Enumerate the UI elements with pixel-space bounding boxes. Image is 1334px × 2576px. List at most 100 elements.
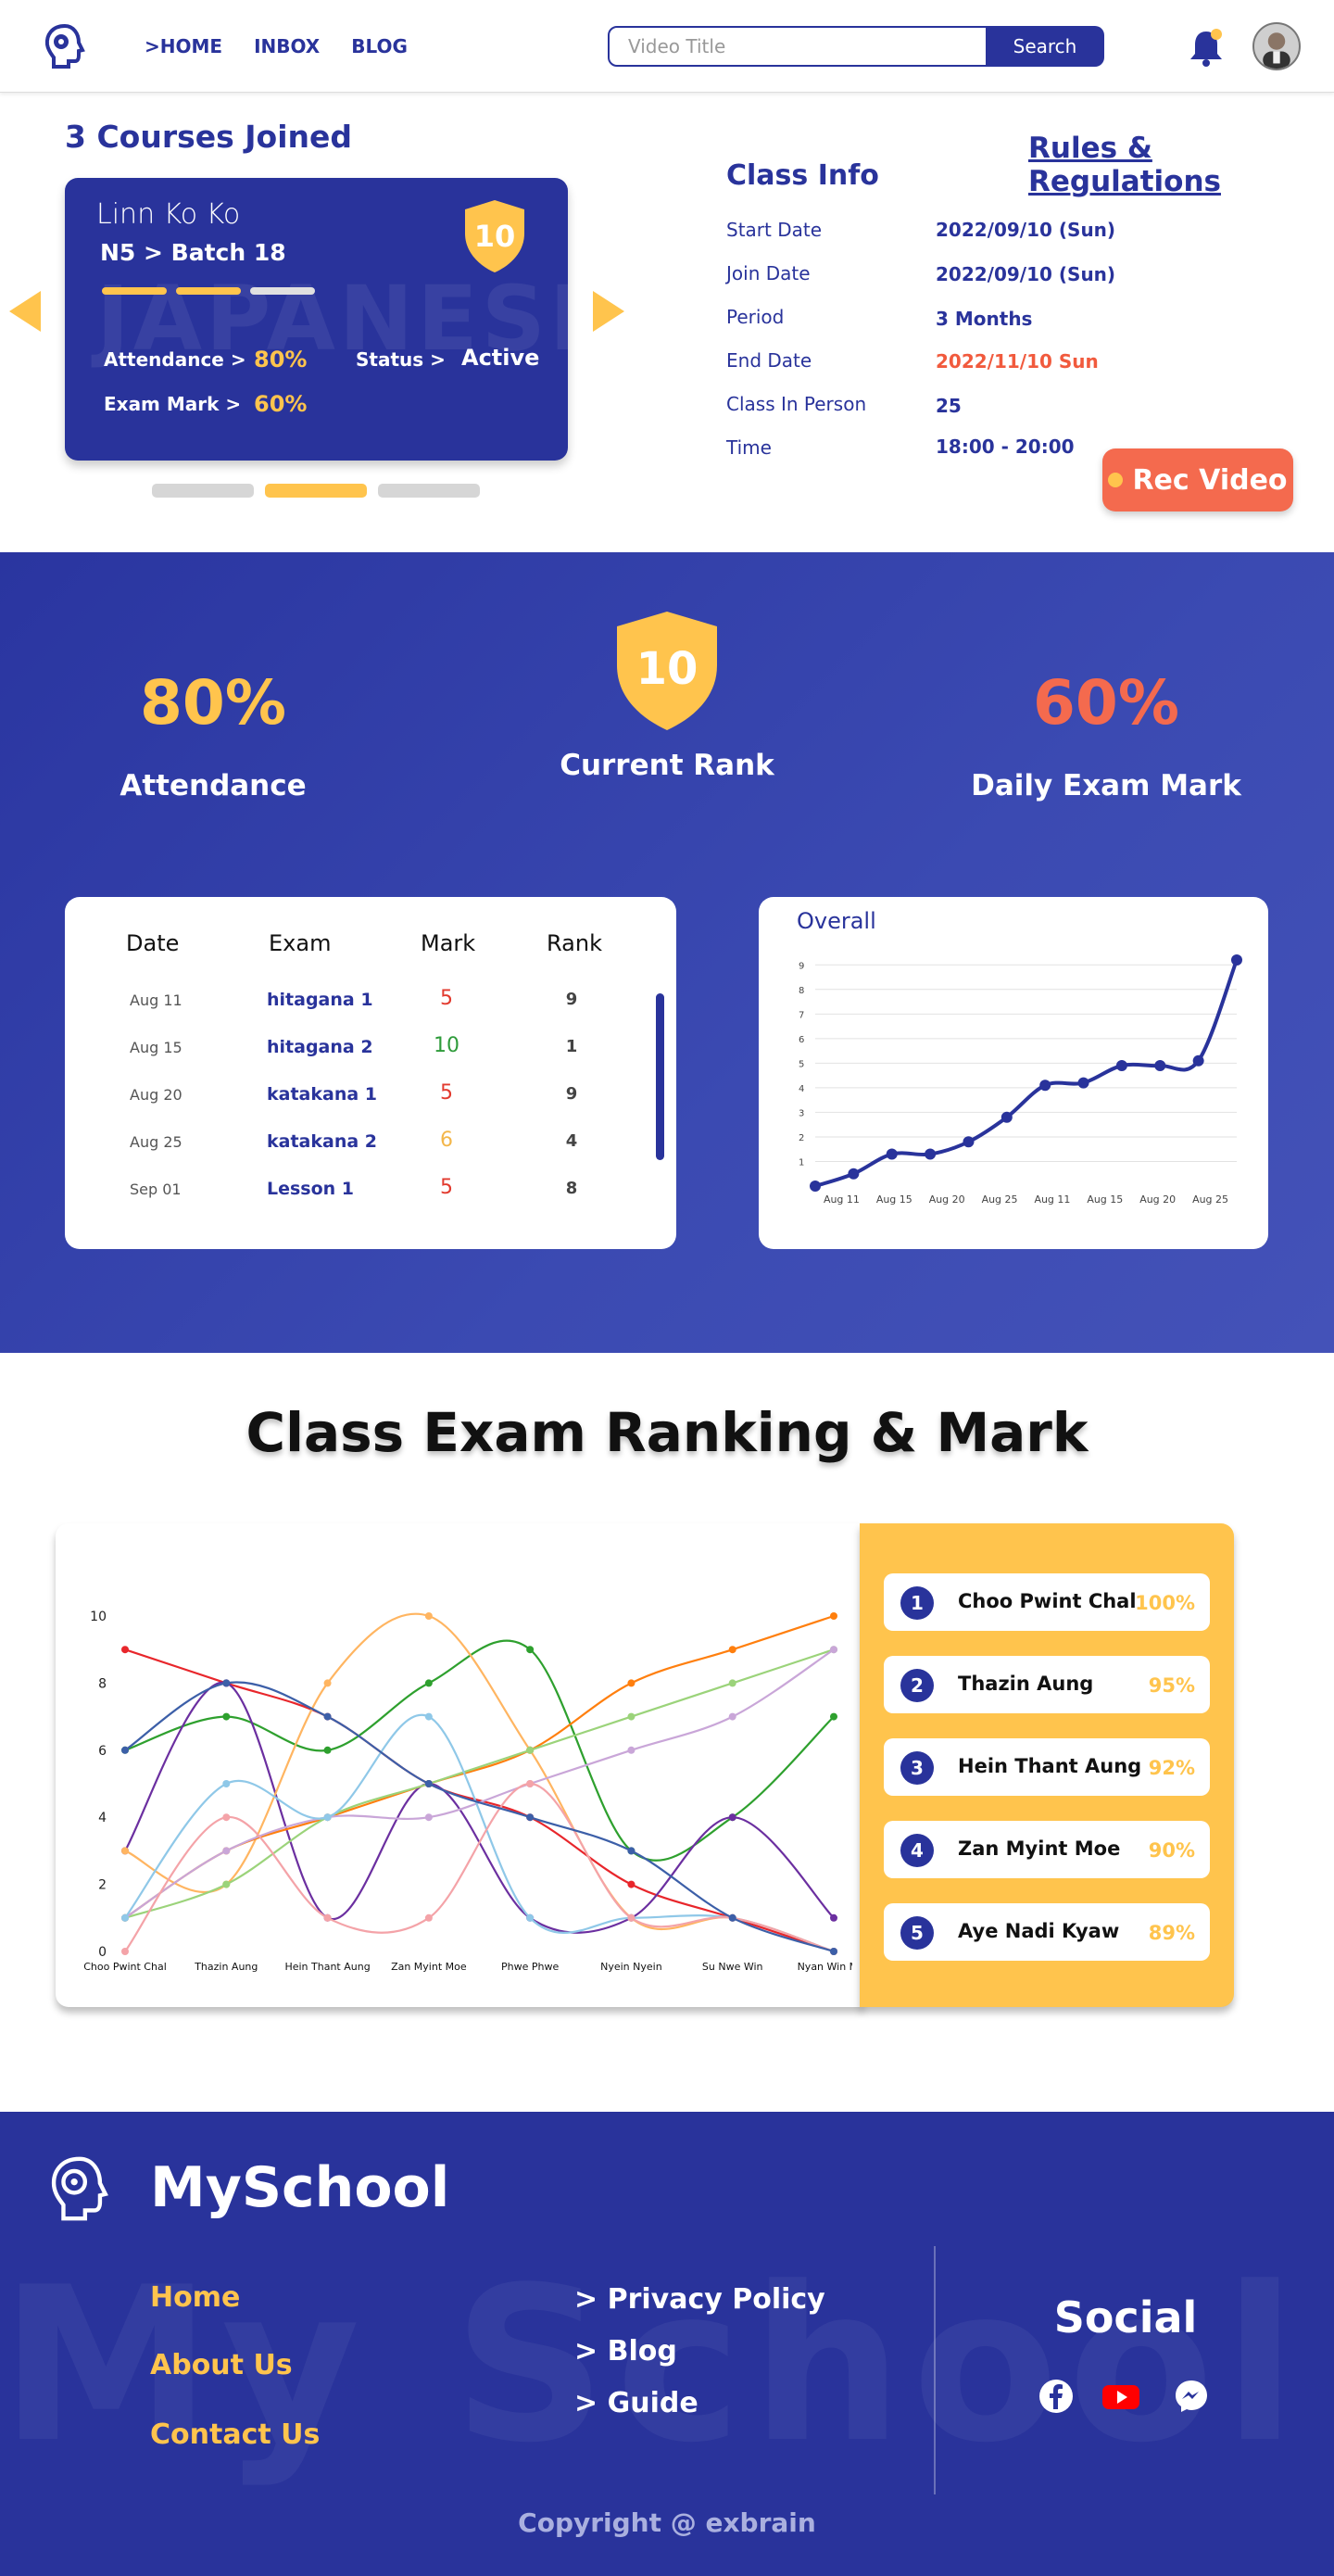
x-tick-label: Hein Thant Aung xyxy=(284,1961,370,1973)
table-header-exam: Exam xyxy=(269,930,332,956)
x-tick-label: Thazin Aung xyxy=(194,1961,258,1973)
info-label: End Date xyxy=(726,349,812,372)
data-point xyxy=(1192,1054,1204,1067)
data-point xyxy=(121,1847,129,1855)
table-cell-exam: katakana 1 xyxy=(267,1084,378,1105)
data-point xyxy=(526,1913,535,1922)
footer-blog-link[interactable]: > Blog xyxy=(574,2335,677,2368)
course-card[interactable]: JAPANESE Linn Ko Ko N5 > Batch 18 10 Att… xyxy=(65,178,568,461)
x-tick-label: Aug 11 xyxy=(824,1193,860,1206)
ranking-number: 1 xyxy=(900,1586,934,1620)
data-point xyxy=(526,1646,535,1654)
card-exam-label: Exam Mark > xyxy=(104,393,242,415)
info-value: 18:00 - 20:00 xyxy=(936,436,1075,458)
data-point xyxy=(830,1612,837,1620)
overall-line xyxy=(814,959,1239,1188)
info-label: Class In Person xyxy=(726,393,867,415)
data-point xyxy=(925,1148,937,1160)
overall-line-chart: 1 2 3 4 5 6 7 8 9 Aug 11 Aug 15 Aug 20 Aug 25 Aug 11 A… xyxy=(799,953,1242,1206)
rank-shield-icon: 10 xyxy=(465,200,524,272)
search-button[interactable]: Search xyxy=(986,26,1104,67)
data-point xyxy=(830,1948,837,1955)
info-label: Period xyxy=(726,306,785,328)
messenger-icon[interactable] xyxy=(1173,2378,1210,2415)
ranking-student-name: Hein Thant Aung xyxy=(958,1755,1142,1777)
series-line xyxy=(124,1648,835,1919)
rules-link[interactable]: Rules & Regulations xyxy=(1028,132,1334,198)
ranking-number: 3 xyxy=(900,1751,934,1785)
nav-home-link[interactable]: >HOME xyxy=(145,35,222,57)
ranking-item[interactable]: 3 Hein Thant Aung 92% xyxy=(884,1738,1210,1796)
data-point xyxy=(323,1913,332,1922)
info-value: 25 xyxy=(936,395,962,417)
table-scrollbar[interactable] xyxy=(656,993,664,1160)
nav-inbox-link[interactable]: INBOX xyxy=(254,35,320,57)
x-tick-label: Nyan Win Myo xyxy=(798,1961,852,1973)
info-label: Join Date xyxy=(726,262,811,284)
ranking-item[interactable]: 5 Aye Nadi Kyaw 89% xyxy=(884,1903,1210,1961)
ranking-section-title: Class Exam Ranking & Mark xyxy=(245,1401,1089,1464)
card-status-value: Active xyxy=(461,345,540,371)
y-tick-label: 1 xyxy=(799,1157,804,1168)
y-tick-label: 6 xyxy=(98,1744,107,1759)
head-logo-icon[interactable] xyxy=(41,22,89,70)
data-point xyxy=(627,1847,636,1855)
y-tick-label: 0 xyxy=(98,1945,107,1960)
overall-chart-title: Overall xyxy=(797,908,876,934)
carousel-next-icon[interactable] xyxy=(593,291,624,332)
youtube-icon[interactable] xyxy=(1101,2378,1141,2415)
x-tick-label: Aug 25 xyxy=(982,1193,1018,1206)
data-point xyxy=(222,1880,231,1888)
data-point xyxy=(627,1880,636,1888)
facebook-icon[interactable] xyxy=(1038,2378,1075,2415)
bell-icon[interactable] xyxy=(1188,26,1225,67)
data-point xyxy=(323,1712,332,1721)
card-batch: N5 > Batch 18 xyxy=(100,239,286,266)
x-tick-label: Zan Myint Moe xyxy=(391,1961,467,1973)
table-header-rank: Rank xyxy=(547,930,602,956)
card-student-name: Linn Ko Ko xyxy=(96,198,241,231)
ranking-student-name: Zan Myint Moe xyxy=(958,1837,1121,1860)
table-cell-mark: 6 xyxy=(440,1129,453,1152)
footer-about-link[interactable]: About Us xyxy=(150,2349,293,2381)
data-point xyxy=(963,1136,975,1148)
ranking-item[interactable]: 2 Thazin Aung 95% xyxy=(884,1656,1210,1713)
current-rank-value: 10 xyxy=(636,643,698,695)
data-point xyxy=(728,1712,736,1721)
ranking-item[interactable]: 1 Choo Pwint Chal 100% xyxy=(884,1573,1210,1631)
footer-contact-link[interactable]: Contact Us xyxy=(150,2418,320,2451)
carousel-dots[interactable] xyxy=(152,484,480,498)
series-line xyxy=(124,1648,835,1919)
table-header-mark: Mark xyxy=(421,930,476,956)
rec-video-button[interactable]: Rec Video xyxy=(1102,448,1293,511)
head-logo-icon[interactable] xyxy=(44,2153,115,2224)
footer-home-link[interactable]: Home xyxy=(150,2281,240,2314)
ranking-item[interactable]: 4 Zan Myint Moe 90% xyxy=(884,1821,1210,1878)
info-value: 2022/09/10 (Sun) xyxy=(936,263,1116,285)
data-point xyxy=(424,1913,433,1922)
data-point xyxy=(323,1679,332,1687)
info-value: 2022/11/10 Sun xyxy=(936,350,1099,373)
footer-privacy-link[interactable]: > Privacy Policy xyxy=(574,2283,825,2316)
data-point xyxy=(121,1746,129,1754)
data-point xyxy=(830,1646,837,1654)
x-tick-label: Phwe Phwe xyxy=(501,1961,559,1973)
data-point xyxy=(1154,1060,1166,1072)
table-cell-date: Sep 01 xyxy=(130,1181,182,1198)
info-label: Time xyxy=(726,436,772,459)
rec-video-label: Rec Video xyxy=(1132,463,1288,497)
search-input[interactable]: Video Title xyxy=(608,26,988,67)
data-point xyxy=(1115,1060,1127,1072)
data-point xyxy=(830,1913,837,1922)
x-tick-label: Nyein Nyein xyxy=(600,1961,662,1973)
info-value: 3 Months xyxy=(936,308,1033,330)
avatar[interactable] xyxy=(1252,22,1301,70)
footer-brand: MySchool xyxy=(150,2155,450,2220)
footer-guide-link[interactable]: > Guide xyxy=(574,2387,698,2419)
y-tick-label: 2 xyxy=(98,1878,107,1893)
ranking-student-name: Choo Pwint Chal xyxy=(958,1590,1137,1612)
table-cell-rank: 4 xyxy=(565,1131,578,1151)
ranking-percent: 90% xyxy=(1148,1839,1195,1862)
carousel-prev-icon[interactable] xyxy=(9,291,41,332)
nav-blog-link[interactable]: BLOG xyxy=(351,35,408,57)
